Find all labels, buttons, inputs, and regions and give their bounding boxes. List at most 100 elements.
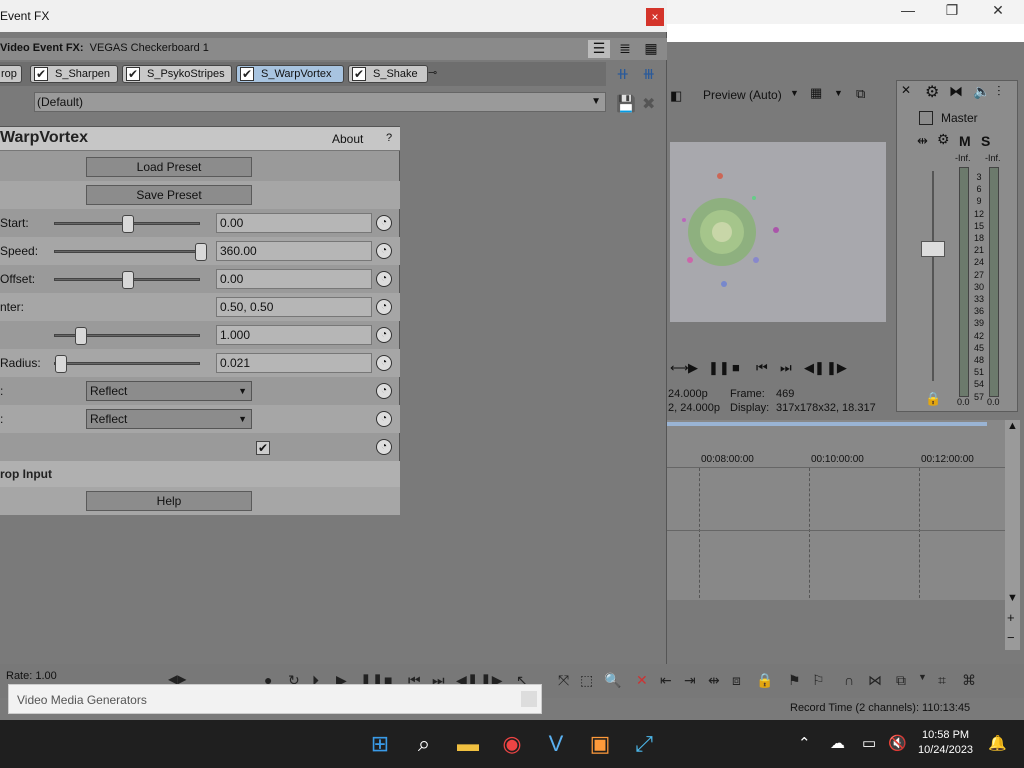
network-icon[interactable]: ▭ [862,734,876,752]
list-view-icon[interactable]: ☰ [588,40,610,58]
go-to-end-icon[interactable]: ⏭ [780,360,792,376]
enable-checkbox[interactable]: ✔ [126,67,140,81]
video-media-generators-tab[interactable]: Video Media Generators [8,684,542,714]
event-fx-icon[interactable]: ⌘ [962,672,976,689]
fx-gear-icon[interactable]: ⚙ [937,131,950,148]
slider-thumb[interactable] [195,243,207,261]
slider-thumb[interactable] [75,327,87,345]
section-crop-input[interactable]: rop Input [0,461,400,487]
param-value-input[interactable]: 0.00 [216,213,372,233]
selection-tool-icon[interactable]: ⬚ [580,672,593,689]
close-icon[interactable]: ✕ [901,83,911,97]
animate-keyframe-icon[interactable]: ◔ [376,411,392,427]
param-slider[interactable] [54,271,200,289]
help-button[interactable]: Help [86,491,252,511]
slider-thumb[interactable] [122,271,134,289]
animate-keyframe-icon[interactable]: ◔ [376,355,392,371]
timeline-vertical-scrollbar[interactable]: ▲ ▼ + − [1005,420,1020,650]
chevron-up-icon[interactable]: ⌃ [798,734,811,752]
event-pan-crop-icon[interactable]: ⌗ [938,672,946,689]
lock-icon[interactable]: 🔒 [925,391,941,407]
chain-item-s-sharpen[interactable]: ✔ S_Sharpen [30,65,118,83]
chrome-icon[interactable]: ◉ [498,730,526,758]
save-preset-icon[interactable]: 💾 [616,94,636,114]
param-value-input[interactable]: 0.00 [216,269,372,289]
animate-keyframe-icon[interactable]: ◔ [376,271,392,287]
chevron-down-icon[interactable]: ▼ [918,672,927,682]
lock-icon[interactable]: 🔒 [756,672,773,689]
param-slider[interactable] [54,243,207,261]
delete-preset-icon[interactable]: ✖ [642,94,655,114]
zoom-in-icon[interactable]: + [1007,610,1015,625]
details-view-icon[interactable]: ≣ [614,40,636,58]
ripple-edit-icon[interactable]: ⧉ [896,672,906,689]
vegas-pro-icon[interactable]: V [542,730,570,758]
enable-checkbox[interactable]: ✔ [352,67,366,81]
chain-item-s-psykostripes[interactable]: ✔ S_PsykoStripes [122,65,232,83]
param-slider[interactable] [54,215,200,233]
chain-item-s-warpvortex[interactable]: ✔ S_WarpVortex [236,65,344,83]
go-to-start-icon[interactable]: ⏮ [756,360,768,376]
onedrive-icon[interactable]: ☁ [830,734,845,752]
prev-frame-icon[interactable]: ◀❚ [804,360,825,376]
scroll-up-icon[interactable]: ▲ [1007,420,1018,432]
ripple-icon[interactable]: ⧈ [732,672,741,689]
volume-icon[interactable]: 🔇 [888,734,907,752]
zoom-tool-icon[interactable]: 🔍 [604,672,621,689]
fx-titlebar[interactable]: Event FX × [0,0,667,32]
grid-icon[interactable]: ▦ [810,85,822,101]
enable-checkbox[interactable]: ✔ [34,67,48,81]
param-value-input[interactable]: 0.021 [216,353,372,373]
minimize-icon[interactable]: — [898,2,918,18]
param-slider[interactable] [54,327,200,345]
split-icon[interactable]: ⇹ [708,672,720,689]
edge-mode-x-dropdown[interactable]: Reflect ▼ [86,381,252,401]
speaker-icon[interactable]: 🔈 [973,83,990,100]
edge-mode-y-dropdown[interactable]: Reflect ▼ [86,409,252,429]
tab-close-button[interactable] [521,691,537,707]
remove-plugin-icon[interactable]: ⧻ [642,64,655,84]
close-icon[interactable]: ✕ [988,2,1008,19]
auto-crossfade-icon[interactable]: ⋈ [868,672,882,689]
snapping-icon[interactable]: ∩ [844,672,854,688]
scroll-down-icon[interactable]: ▼ [1007,592,1018,604]
plugin-chain-icon[interactable]: ⧺ [616,64,629,84]
delete-icon[interactable]: ✕ [636,672,648,689]
option-checkbox[interactable]: ✔ [256,441,270,455]
param-value-input[interactable]: 1.000 [216,325,372,345]
trim-end-icon[interactable]: ⇥ [684,672,696,689]
animate-keyframe-icon[interactable]: ◔ [376,383,392,399]
chain-item-s-shake[interactable]: ✔ S_Shake [348,65,428,83]
chevron-down-icon[interactable]: ▼ [834,88,843,98]
pause-icon[interactable]: ❚❚ [708,360,730,376]
master-fader-knob[interactable] [921,241,945,257]
play-icon[interactable]: ▶ [688,360,698,376]
save-preset-button[interactable]: Save Preset [86,185,252,205]
marker-icon[interactable]: ⚑ [788,672,801,689]
param-value-input[interactable]: 360.00 [216,241,372,261]
param-slider[interactable] [54,355,200,373]
animate-keyframe-icon[interactable]: ◔ [376,327,392,343]
animate-keyframe-icon[interactable]: ◔ [376,439,392,455]
grid-view-icon[interactable]: ▦ [640,40,662,58]
help-question-button[interactable]: ? [386,132,392,144]
restore-icon[interactable]: ❐ [942,2,962,19]
chevron-down-icon[interactable]: ▼ [790,88,799,98]
timeline-ruler[interactable]: 00:08:00:00 00:10:00:00 00:12:00:00 [667,450,1007,598]
preset-dropdown[interactable]: (Default) ▼ [34,92,606,112]
enable-checkbox[interactable]: ✔ [240,67,254,81]
envelope-tool-icon[interactable]: ⤧ [558,672,569,689]
next-frame-icon[interactable]: ❚▶ [826,360,847,376]
close-button[interactable]: × [646,8,664,26]
store-icon[interactable]: ▣ [586,730,614,758]
copy-snapshot-icon[interactable]: ⧉ [856,86,865,102]
mute-button[interactable]: M [959,133,971,149]
mixer-icon[interactable]: ⫶ [997,83,1001,100]
collapse-icon[interactable]: ⧓ [949,83,963,100]
animate-keyframe-icon[interactable]: ◔ [376,299,392,315]
file-explorer-icon[interactable]: ▬ [454,730,482,758]
search-icon[interactable]: ⌕ [410,730,438,758]
animate-keyframe-icon[interactable]: ◔ [376,243,392,259]
windows-start-icon[interactable]: ⊞ [366,730,394,758]
region-icon[interactable]: ⚐ [812,672,825,689]
